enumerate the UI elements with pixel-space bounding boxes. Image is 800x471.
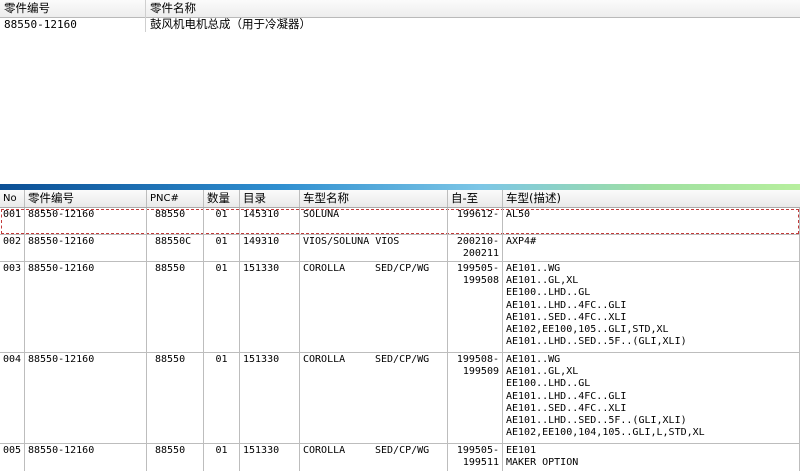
date-range-cell: 199505- 199508 (448, 262, 503, 352)
model-description-line: MAKER OPTION (506, 457, 579, 469)
model-description-cell: EE101 MAKER OPTION (503, 444, 800, 471)
pnc-cell: 88550C (147, 235, 204, 261)
part-number-cell: 88550-12160 (25, 208, 147, 234)
part-number-cell: 88550-12160 (25, 235, 147, 261)
catalog-cell: 145310 (240, 208, 300, 234)
model-description-line: EE101 (506, 445, 537, 456)
date-range-cell: 200210- 200211 (448, 235, 503, 261)
model-description-cell: AE101..WG AE101..GL,XL EE100..LHD..GL AE… (503, 262, 800, 352)
part-number-cell: 88550-12160 (25, 262, 147, 352)
catalog-cell: 151330 (240, 353, 300, 443)
model-description-line: AE101..SED..4FC..XLI (506, 402, 627, 414)
pnc-cell: 88550 (147, 262, 204, 352)
part-summary-grid: 零件编号 零件名称 88550-12160 鼓风机电机总成（用于冷凝器） (0, 0, 800, 184)
model-body-types: SED/CP/WG (375, 354, 430, 365)
part-summary-row[interactable]: 88550-12160 鼓风机电机总成（用于冷凝器） (0, 17, 800, 32)
model-description-cell: AL50 (503, 208, 800, 234)
column-header-part-name[interactable]: 零件名称 (146, 0, 800, 17)
column-header-no[interactable]: No (0, 190, 25, 207)
model-description-line: EE100..LHD..GL (506, 378, 591, 390)
table-row[interactable]: 003 88550-12160 88550 01 151330 COROLLA S… (0, 262, 800, 353)
model-description-line: AE101..GL,XL (506, 275, 579, 287)
model-description-line: AE101..WG (506, 263, 561, 274)
date-from: 199612- (456, 209, 499, 220)
pnc-cell: 88550 (147, 208, 204, 234)
model-body-types: SED/CP/WG (375, 445, 430, 456)
date-to: 199511 (462, 457, 499, 469)
model-description-line: AL50 (506, 209, 531, 220)
column-header-pnc[interactable]: PNC# (147, 190, 204, 207)
table-row[interactable]: 001 88550-12160 88550 01 145310 SOLUNA 1… (0, 208, 800, 235)
quantity-cell: 01 (204, 208, 240, 234)
part-name-cell: 鼓风机电机总成（用于冷凝器） (150, 17, 311, 31)
model-description-line: AE101..LHD..SED..5F..(GLI,XLI) (506, 415, 687, 427)
model-description-line: AE101..LHD..SED..5F..(GLI,XLI) (506, 336, 687, 348)
model-description-line: AE101..LHD..4FC..GLI (506, 390, 627, 402)
part-number-cell: 88550-12160 (25, 353, 147, 443)
model-description-line: AE102,EE100,104,105..GLI,L,STD,XL (506, 427, 705, 439)
model-description-line: AE101..SED..4FC..XLI (506, 311, 627, 323)
table-row[interactable]: 004 88550-12160 88550 01 151330 COROLLA S… (0, 353, 800, 444)
column-header-date-range[interactable]: 自-至 (448, 190, 503, 207)
quantity-cell: 01 (204, 262, 240, 352)
part-number-cell: 88550-12160 (0, 17, 146, 32)
column-header-catalog[interactable]: 目录 (240, 190, 300, 207)
model-name: COROLLA (303, 445, 346, 456)
model-name: SOLUNA (303, 209, 340, 220)
model-description-line: AXP4# (506, 236, 537, 247)
catalog-cell: 151330 (240, 262, 300, 352)
date-range-cell: 199612- (448, 208, 503, 234)
date-to: 199508 (462, 275, 499, 287)
model-description-line: EE100..LHD..GL (506, 287, 591, 299)
pnc-cell: 88550 (147, 444, 204, 471)
model-description-cell: AE101..WG AE101..GL,XL EE100..LHD..GL AE… (503, 353, 800, 443)
catalog-cell: 151330 (240, 444, 300, 471)
model-name-cell: COROLLA SED/CP/WG (300, 262, 448, 352)
column-header-model-description[interactable]: 车型(描述) (503, 190, 800, 207)
pnc-cell: 88550 (147, 353, 204, 443)
column-header-quantity[interactable]: 数量 (204, 190, 240, 207)
column-header-part-number[interactable]: 零件编号 (25, 190, 147, 207)
quantity-cell: 01 (204, 353, 240, 443)
row-number-cell: 003 (0, 262, 25, 352)
date-from: 199505- (456, 445, 499, 456)
model-body-types: SED/CP/WG (375, 263, 430, 274)
model-description-line: AE101..LHD..4FC..GLI (506, 299, 627, 311)
date-range-cell: 199508- 199509 (448, 353, 503, 443)
model-description-cell: AXP4# (503, 235, 800, 261)
date-to: 200211 (462, 248, 499, 260)
model-name-cell: COROLLA SED/CP/WG (300, 444, 448, 471)
model-name: COROLLA (303, 263, 346, 274)
row-number-cell: 002 (0, 235, 25, 261)
quantity-cell: 01 (204, 444, 240, 471)
application-grid: No 零件编号 PNC# 数量 目录 车型名称 自-至 车型(描述) 001 8… (0, 190, 800, 471)
table-row[interactable]: 005 88550-12160 88550 01 151330 COROLLA S… (0, 444, 800, 471)
date-from: 199508- (456, 354, 499, 365)
model-name: COROLLA (303, 354, 346, 365)
part-number-cell: 88550-12160 (25, 444, 147, 471)
model-name-cell: COROLLA SED/CP/WG (300, 353, 448, 443)
model-name-cell: SOLUNA (300, 208, 448, 234)
quantity-cell: 01 (204, 235, 240, 261)
application-grid-header: No 零件编号 PNC# 数量 目录 车型名称 自-至 车型(描述) (0, 190, 800, 208)
column-header-part-number[interactable]: 零件编号 (0, 0, 146, 17)
row-number-cell: 004 (0, 353, 25, 443)
column-header-model-name[interactable]: 车型名称 (300, 190, 448, 207)
catalog-cell: 149310 (240, 235, 300, 261)
model-description-line: AE101..GL,XL (506, 366, 579, 378)
table-row[interactable]: 002 88550-12160 88550C 01 149310 VIOS/SO… (0, 235, 800, 262)
model-description-line: AE101..WG (506, 354, 561, 365)
part-summary-header: 零件编号 零件名称 (0, 0, 800, 18)
date-to: 199509 (462, 366, 499, 378)
row-number-cell: 005 (0, 444, 25, 471)
model-name: VIOS/SOLUNA VIOS (303, 236, 400, 247)
row-number-cell: 001 (0, 208, 25, 234)
date-from: 199505- (456, 263, 499, 274)
model-description-line: AE102,EE100,105..GLI,STD,XL (506, 324, 669, 336)
date-range-cell: 199505- 199511 (448, 444, 503, 471)
date-from: 200210- (456, 236, 499, 247)
model-name-cell: VIOS/SOLUNA VIOS (300, 235, 448, 261)
